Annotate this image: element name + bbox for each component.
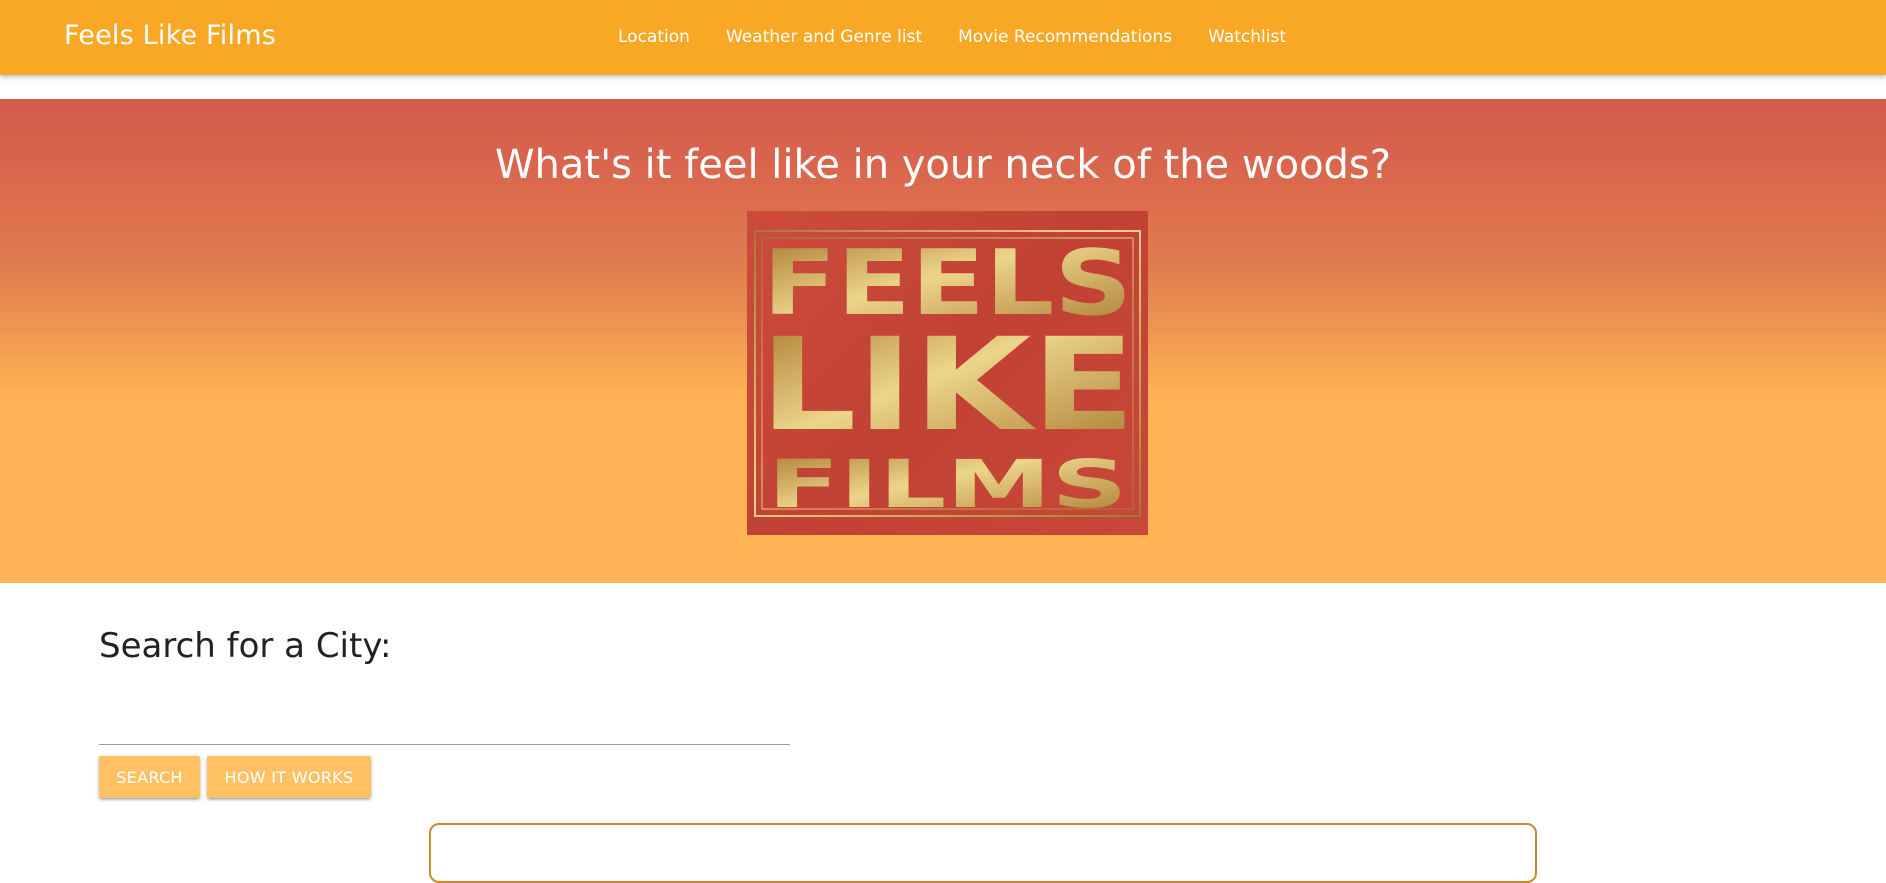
city-search-input[interactable] [99,706,790,745]
nav-link-location[interactable]: Location [600,0,708,75]
nav-link-weather-genre[interactable]: Weather and Genre list [708,0,940,75]
results-card [429,823,1537,883]
logo-line-like: LIKE [760,311,1136,460]
top-navbar: Feels Like Films Location Weather and Ge… [0,0,1886,75]
logo-artwork: FEELS LIKE FILMS [754,230,1141,523]
nav-link-watchlist[interactable]: Watchlist [1190,0,1304,75]
brand-logo-link[interactable]: Feels Like Films [64,18,276,54]
search-city-heading: Search for a City: [99,626,392,666]
nav-links: Location Weather and Genre list Movie Re… [600,0,1304,75]
nav-link-movie-recommendations[interactable]: Movie Recommendations [940,0,1190,75]
how-it-works-button[interactable]: How it works [207,756,371,798]
feels-like-films-logo: FEELS LIKE FILMS [747,211,1148,535]
hero-title: What's it feel like in your neck of the … [495,142,1391,188]
hero-banner: What's it feel like in your neck of the … [0,99,1886,583]
logo-line-films: FILMS [768,446,1128,523]
search-button[interactable]: Search [99,756,200,798]
